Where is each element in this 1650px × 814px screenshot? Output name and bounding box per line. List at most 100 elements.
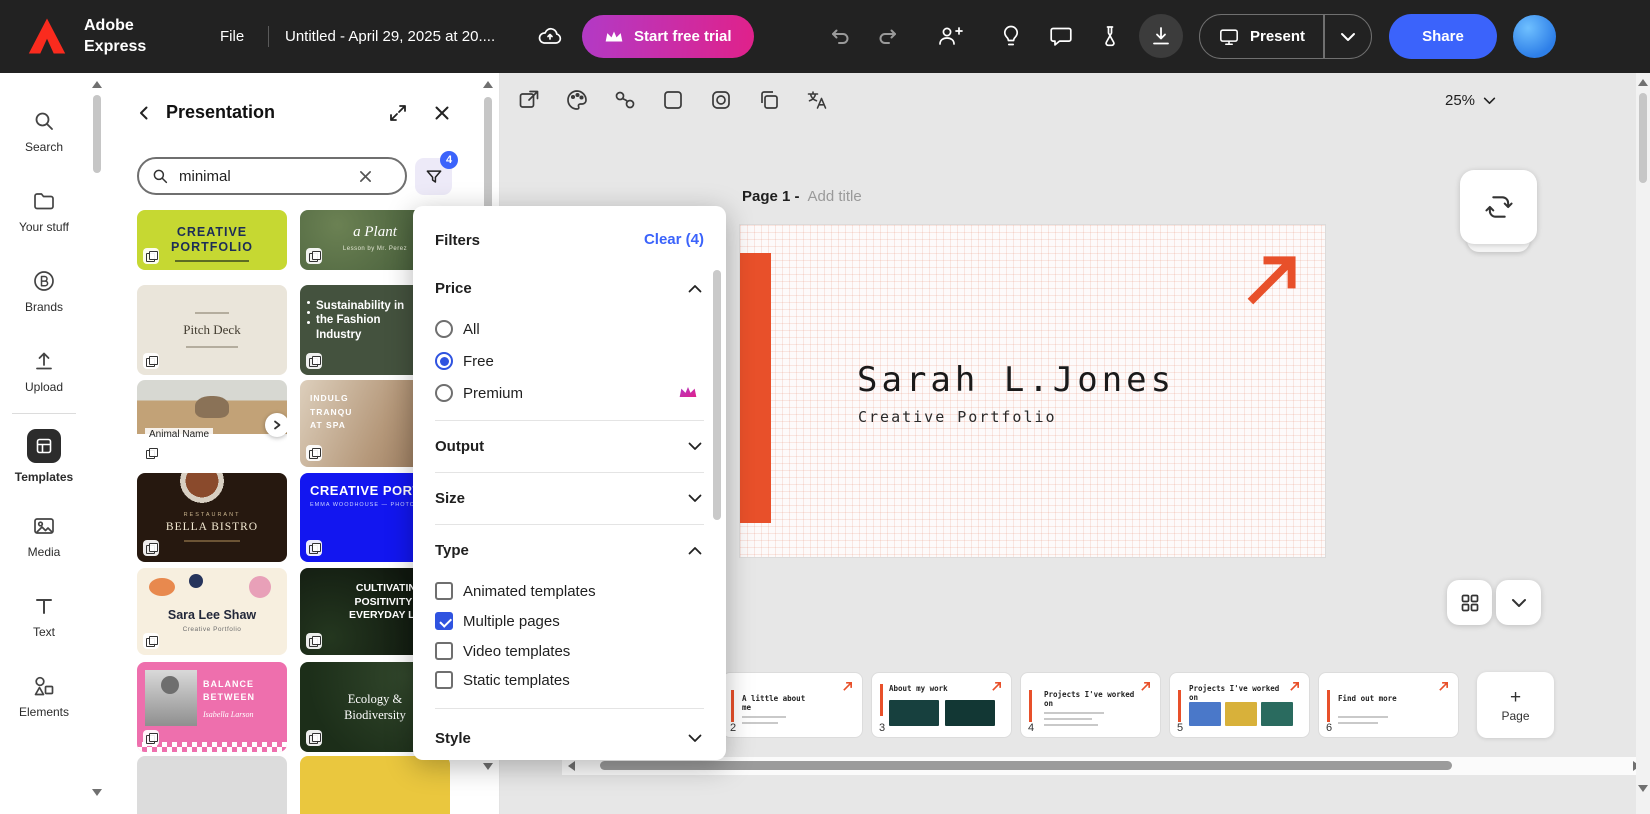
slide-accent-bar[interactable]	[740, 253, 771, 523]
scrollbar-thumb[interactable]	[93, 95, 101, 173]
theme-colors-button[interactable]	[564, 87, 590, 113]
template-card[interactable]: RESTAURANT BELLA BISTRO	[137, 473, 287, 562]
download-button[interactable]	[1139, 14, 1183, 58]
share-button[interactable]: Share	[1389, 14, 1497, 59]
file-menu[interactable]: File	[220, 28, 244, 45]
scroll-left-arrow-icon[interactable]	[568, 761, 575, 771]
type-option-label[interactable]: Static templates	[463, 672, 570, 689]
start-free-trial-button[interactable]: Start free trial	[582, 15, 754, 58]
price-option-label[interactable]: Free	[463, 353, 494, 370]
animate-button[interactable]	[612, 87, 638, 113]
scroll-down-arrow-icon[interactable]	[1638, 785, 1648, 792]
template-card[interactable]: Animal Name	[137, 380, 287, 467]
page-thumbnail[interactable]: About my work 3	[871, 672, 1012, 738]
price-collapse-chevron[interactable]	[688, 284, 702, 293]
page-thumbnail[interactable]: Projects I've worked on 5	[1169, 672, 1310, 738]
slide-title-text[interactable]: Sarah L.Jones	[857, 360, 1175, 400]
scrollbar-thumb[interactable]	[1639, 93, 1647, 183]
type-checkbox-static[interactable]	[435, 671, 453, 689]
scroll-up-arrow-icon[interactable]	[1638, 79, 1648, 86]
page-title-placeholder[interactable]: Add title	[808, 188, 862, 205]
frame-button[interactable]	[708, 87, 734, 113]
transitions-button[interactable]	[1460, 170, 1537, 244]
undo-button[interactable]	[818, 14, 862, 58]
back-button[interactable]	[130, 99, 158, 127]
sidebar-item-search[interactable]: Search	[0, 91, 88, 171]
plus-icon: +	[1510, 688, 1521, 707]
type-collapse-chevron[interactable]	[688, 546, 702, 555]
user-avatar[interactable]	[1513, 15, 1556, 58]
replace-image-button[interactable]	[516, 87, 542, 113]
carousel-next-button[interactable]	[265, 413, 287, 437]
sidebar-item-templates[interactable]: Templates	[0, 416, 88, 496]
sidebar-item-media[interactable]: Media	[0, 496, 88, 576]
redo-button[interactable]	[866, 14, 910, 58]
sidebar-item-upload[interactable]: Upload	[0, 331, 88, 411]
type-checkbox-multiple-pages[interactable]	[435, 612, 453, 630]
add-page-button[interactable]: + Page	[1477, 672, 1554, 738]
template-card[interactable]: CREATIVE PORTFOLIO	[137, 210, 287, 270]
style-expand-chevron[interactable]	[688, 734, 702, 743]
type-checkbox-video[interactable]	[435, 642, 453, 660]
sidebar-item-text[interactable]: Text	[0, 576, 88, 656]
search-input[interactable]	[179, 168, 349, 185]
page-number: 5	[1177, 722, 1183, 734]
type-checkbox-animated[interactable]	[435, 582, 453, 600]
scrollbar-thumb[interactable]	[600, 761, 1452, 770]
slide-canvas[interactable]: Sarah L.Jones Creative Portfolio	[740, 225, 1325, 557]
expand-panel-button[interactable]	[384, 99, 412, 127]
template-card[interactable]: Sara Lee Shaw Creative Portfolio	[137, 568, 287, 655]
horizontal-scrollbar[interactable]	[562, 757, 1650, 775]
sidebar-label: Brands	[25, 300, 63, 314]
clear-filters-link[interactable]: Clear (4)	[644, 231, 704, 248]
cloud-sync-icon[interactable]	[536, 24, 564, 48]
price-radio-all[interactable]	[435, 320, 453, 338]
type-option-label[interactable]: Video templates	[463, 643, 570, 660]
zoom-control[interactable]: 25%	[1445, 92, 1496, 109]
scroll-up-arrow-icon[interactable]	[92, 81, 102, 88]
sidebar-item-brands[interactable]: Brands	[0, 251, 88, 331]
add-collaborator-button[interactable]	[928, 14, 972, 58]
type-option-label[interactable]: Animated templates	[463, 583, 596, 600]
present-button[interactable]: Present	[1200, 15, 1323, 58]
scroll-down-arrow-icon[interactable]	[483, 763, 493, 770]
output-expand-chevron[interactable]	[688, 442, 702, 451]
template-card[interactable]: BALANCE BETWEEN Isabella Larson	[137, 662, 287, 752]
grid-view-button[interactable]	[1447, 580, 1492, 625]
comment-button[interactable]	[1039, 14, 1083, 58]
template-card[interactable]	[137, 756, 287, 814]
document-title[interactable]: Untitled - April 29, 2025 at 20....	[285, 28, 513, 45]
clear-search-icon[interactable]	[359, 170, 372, 183]
present-options-chevron[interactable]	[1325, 15, 1371, 58]
sidebar-item-your-stuff[interactable]: Your stuff	[0, 171, 88, 251]
page-thumbnail[interactable]: A little about me 2	[722, 672, 863, 738]
close-panel-button[interactable]	[428, 99, 456, 127]
price-radio-free[interactable]	[435, 352, 453, 370]
duplicate-button[interactable]	[756, 87, 782, 113]
filters-button[interactable]: 4	[415, 158, 452, 195]
size-expand-chevron[interactable]	[688, 494, 702, 503]
scroll-up-arrow-icon[interactable]	[483, 81, 493, 88]
vertical-scrollbar[interactable]	[1636, 73, 1650, 814]
type-option-label[interactable]: Multiple pages	[463, 613, 560, 630]
scroll-down-arrow-icon[interactable]	[92, 789, 102, 796]
beta-labs-button[interactable]	[1088, 14, 1132, 58]
translate-button[interactable]	[804, 87, 830, 113]
popup-scrollbar-thumb[interactable]	[713, 270, 721, 520]
slide-subtitle-text[interactable]: Creative Portfolio	[858, 408, 1057, 426]
lightbulb-button[interactable]	[989, 14, 1033, 58]
price-option-label[interactable]: All	[463, 321, 480, 338]
chevron-down-icon	[688, 494, 702, 503]
page-thumbnail[interactable]: Find out more 6	[1318, 672, 1459, 738]
template-card[interactable]: Pitch Deck	[137, 285, 287, 375]
page-thumbnail[interactable]: Projects I've worked on 4	[1020, 672, 1161, 738]
slide-arrow-graphic[interactable]	[1241, 251, 1301, 309]
template-card[interactable]	[300, 756, 450, 814]
price-radio-premium[interactable]	[435, 384, 453, 402]
sidebar-item-elements[interactable]: Elements	[0, 656, 88, 736]
panel-left-scrollbar[interactable]	[88, 73, 106, 814]
collapse-filmstrip-button[interactable]	[1496, 580, 1541, 625]
shape-button[interactable]	[660, 87, 686, 113]
price-option-label[interactable]: Premium	[463, 385, 523, 402]
adobe-logo-icon[interactable]	[26, 17, 68, 55]
